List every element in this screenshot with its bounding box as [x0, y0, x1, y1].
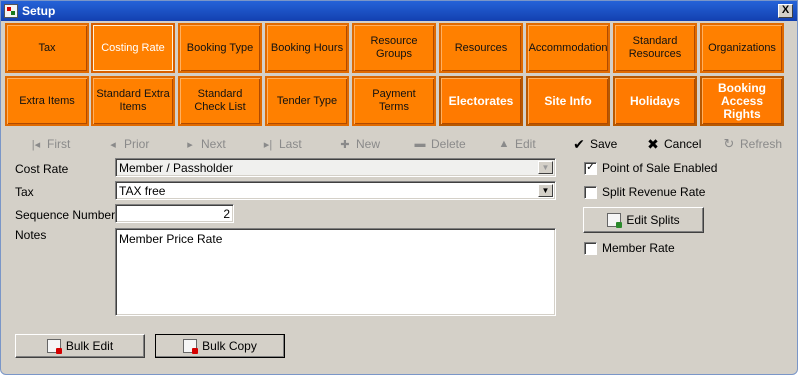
- prior-label: Prior: [124, 137, 150, 151]
- window-title: Setup: [22, 4, 56, 18]
- title-bar: Setup X: [1, 1, 797, 21]
- tile-resources[interactable]: Resources: [439, 23, 523, 73]
- prior-button[interactable]: ◂ Prior: [106, 136, 149, 152]
- tile-holidays[interactable]: Holidays: [613, 76, 697, 126]
- tax-value: TAX free: [119, 184, 166, 198]
- refresh-button[interactable]: ↻ Refresh: [722, 136, 782, 152]
- delete-button[interactable]: ▬ Delete: [413, 136, 466, 152]
- cost-rate-field[interactable]: Member / Passholder ▼: [115, 158, 556, 177]
- empty-checkbox-icon: [584, 241, 597, 255]
- notes-textarea[interactable]: Member Price Rate: [115, 228, 556, 316]
- tile-payment-terms[interactable]: Payment Terms: [352, 76, 436, 126]
- point-of-sale-checkbox[interactable]: ✓ Point of Sale Enabled: [584, 160, 717, 176]
- first-icon: |◂: [31, 138, 41, 151]
- edit-button[interactable]: ▲ Edit: [497, 136, 536, 152]
- app-icon: [4, 4, 18, 18]
- last-label: Last: [279, 137, 302, 151]
- cost-rate-label: Cost Rate: [15, 162, 69, 176]
- cost-rate-value: Member / Passholder: [119, 161, 234, 175]
- checkmark-icon: ✓: [584, 161, 597, 175]
- tile-accommodation[interactable]: Accommodation: [526, 23, 610, 73]
- tile-site-info[interactable]: Site Info: [526, 76, 610, 126]
- sequence-number-value: 2: [223, 207, 230, 221]
- tile-booking-access-rights[interactable]: Booking Access Rights: [700, 76, 784, 126]
- cross-icon: ✖: [647, 135, 659, 152]
- refresh-label: Refresh: [740, 137, 783, 151]
- delete-label: Delete: [431, 137, 466, 151]
- cancel-label: Cancel: [664, 137, 702, 151]
- member-rate-label: Member Rate: [602, 241, 675, 255]
- last-icon: ▸|: [263, 138, 273, 151]
- setup-window: Setup X Tax Costing Rate Booking Type Bo…: [0, 0, 798, 375]
- tile-tender-type[interactable]: Tender Type: [265, 76, 349, 126]
- dropdown-arrow-icon: ▼: [538, 161, 553, 174]
- save-label: Save: [590, 137, 618, 151]
- point-of-sale-label: Point of Sale Enabled: [602, 161, 718, 175]
- bulk-copy-button[interactable]: Bulk Copy: [155, 334, 285, 358]
- empty-checkbox-icon: [584, 185, 597, 199]
- tile-booking-hours[interactable]: Booking Hours: [265, 23, 349, 73]
- refresh-icon: ↻: [723, 136, 735, 151]
- first-label: First: [47, 137, 71, 151]
- last-button[interactable]: ▸| Last: [261, 136, 302, 152]
- sequence-number-label: Sequence Number: [15, 208, 116, 222]
- edit-splits-icon: [607, 213, 623, 228]
- tile-resource-groups[interactable]: Resource Groups: [352, 23, 436, 73]
- checkmark-icon: ✔: [573, 135, 585, 152]
- tile-costing-rate[interactable]: Costing Rate: [91, 23, 175, 73]
- edit-splits-button[interactable]: Edit Splits: [583, 207, 704, 233]
- member-rate-checkbox[interactable]: Member Rate: [584, 240, 675, 256]
- bulk-edit-label: Bulk Edit: [65, 339, 114, 353]
- notes-label: Notes: [15, 228, 47, 242]
- edit-splits-label: Edit Splits: [626, 213, 680, 227]
- tile-booking-type[interactable]: Booking Type: [178, 23, 262, 73]
- bulk-copy-label: Bulk Copy: [202, 339, 257, 353]
- tile-extra-items[interactable]: Extra Items: [5, 76, 89, 126]
- save-button[interactable]: ✔ Save: [572, 136, 617, 152]
- tile-standard-extra-items[interactable]: Standard Extra Items: [91, 76, 175, 126]
- edit-label: Edit: [515, 137, 536, 151]
- split-revenue-label: Split Revenue Rate: [602, 185, 706, 199]
- tile-electorates[interactable]: Electorates: [439, 76, 523, 126]
- next-icon: ▸: [187, 138, 193, 151]
- next-button[interactable]: ▸ Next: [183, 136, 226, 152]
- cancel-button[interactable]: ✖ Cancel: [646, 136, 701, 152]
- new-icon: ✚: [340, 138, 350, 151]
- bulk-edit-button[interactable]: Bulk Edit: [15, 334, 145, 358]
- next-label: Next: [201, 137, 226, 151]
- new-label: New: [356, 137, 381, 151]
- bulk-edit-icon: [46, 339, 62, 354]
- tax-label: Tax: [15, 185, 34, 199]
- split-revenue-checkbox[interactable]: Split Revenue Rate: [584, 184, 705, 200]
- tax-select[interactable]: TAX free ▼: [115, 181, 556, 200]
- tile-organizations[interactable]: Organizations: [700, 23, 784, 73]
- delete-icon: ▬: [414, 138, 426, 150]
- close-button[interactable]: X: [778, 4, 793, 18]
- dropdown-arrow-icon[interactable]: ▼: [538, 184, 553, 197]
- edit-icon: ▲: [498, 138, 510, 150]
- notes-value: Member Price Rate: [119, 232, 223, 246]
- tile-standard-resources[interactable]: Standard Resources: [613, 23, 697, 73]
- bulk-copy-icon: [183, 339, 199, 354]
- sequence-number-field[interactable]: 2: [115, 204, 234, 223]
- new-button[interactable]: ✚ New: [338, 136, 380, 152]
- tile-standard-check-list[interactable]: Standard Check List: [178, 76, 262, 126]
- first-button[interactable]: |◂ First: [29, 136, 71, 152]
- tile-tax[interactable]: Tax: [5, 23, 89, 73]
- prior-icon: ◂: [110, 138, 116, 151]
